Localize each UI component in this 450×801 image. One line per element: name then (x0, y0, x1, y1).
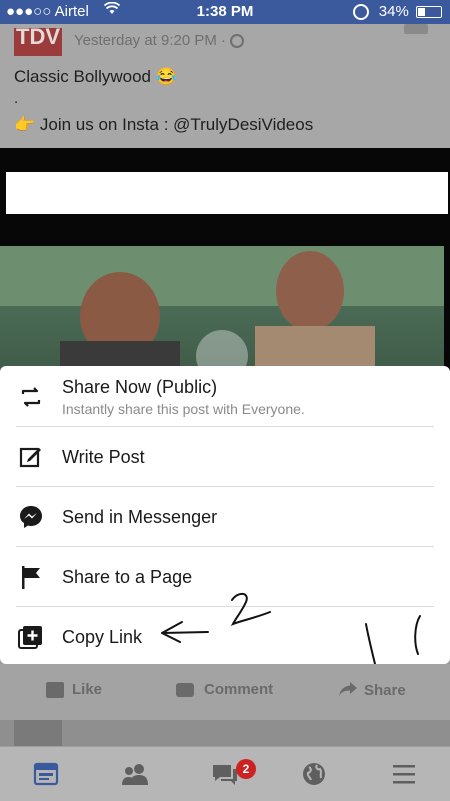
share-now-sublabel: Instantly share this post with Everyone. (62, 401, 305, 417)
share-now-item[interactable]: Share Now (Public) Instantly share this … (0, 366, 450, 426)
write-post-item[interactable]: Write Post (0, 426, 450, 486)
compose-icon (18, 444, 44, 470)
battery-percent: 34% (378, 3, 409, 20)
caption-line: . (14, 90, 19, 107)
globe-icon (230, 34, 245, 49)
video-still-image (0, 246, 444, 378)
caption-line: Classic Bollywood 😂 (14, 67, 177, 86)
video-frame[interactable] (0, 246, 444, 378)
share-now-label: Share Now (Public) (62, 377, 218, 397)
thumbs-up-icon (46, 682, 64, 699)
like-button[interactable]: Like (46, 681, 103, 699)
status-bar: ●●●○○ Airtel 1:38 PM 34% (0, 0, 450, 24)
repost-icon (18, 384, 44, 410)
send-in-messenger-item[interactable]: Send in Messenger (0, 486, 450, 546)
tab-bar: 2 (0, 746, 450, 801)
messenger-icon (18, 504, 44, 530)
menu-icon[interactable] (391, 761, 417, 787)
battery-indicator: 34% (352, 3, 442, 21)
send-in-messenger-label: Send in Messenger (62, 507, 218, 527)
post-action-bar: Like Comment Share (0, 664, 450, 720)
write-post-label: Write Post (62, 447, 145, 467)
post-options-icon[interactable] (404, 24, 428, 34)
share-arrow-icon (338, 681, 358, 701)
share-button[interactable]: Share (338, 681, 406, 701)
feed-separator (0, 720, 450, 746)
orientation-lock-icon (352, 4, 369, 21)
video-title-bar (6, 172, 448, 214)
copy-link-label: Copy Link (62, 627, 143, 647)
copy-link-icon (18, 624, 44, 650)
flag-icon (18, 564, 44, 590)
messages-icon[interactable] (211, 761, 237, 787)
news-feed-icon[interactable] (33, 761, 59, 787)
share-label: Share (364, 681, 406, 699)
timestamp-text: Yesterday at 9:20 PM · (74, 32, 231, 49)
caption-line: 👉 Join us on Insta : @TrulyDesiVideos (14, 115, 314, 134)
page-avatar[interactable]: TDV (14, 28, 62, 56)
comment-button[interactable]: Comment (176, 681, 273, 698)
post-timestamp: Yesterday at 9:20 PM · (74, 32, 245, 49)
like-label: Like (72, 681, 103, 698)
video-player[interactable] (0, 148, 450, 378)
notifications-globe-icon[interactable] (301, 761, 327, 787)
comment-icon (176, 683, 194, 698)
battery-icon (416, 6, 442, 19)
share-sheet: Share Now (Public) Instantly share this … (0, 366, 450, 687)
messages-badge: 2 (236, 759, 256, 779)
post-header: TDV Yesterday at 9:20 PM · Classic Bolly… (0, 24, 450, 148)
share-to-page-label: Share to a Page (62, 567, 193, 587)
comment-label: Comment (204, 681, 274, 698)
friends-icon[interactable] (121, 761, 148, 787)
